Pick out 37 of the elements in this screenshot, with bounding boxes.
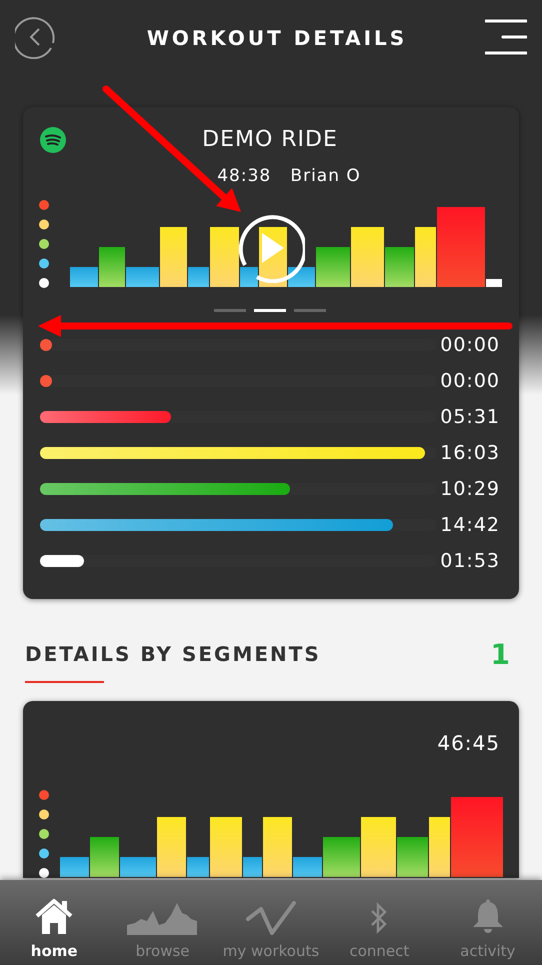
menu-button[interactable] bbox=[485, 18, 527, 58]
bluetooth-icon bbox=[369, 901, 390, 935]
legend-dot bbox=[39, 220, 49, 230]
segment-card[interactable]: 46:45 bbox=[23, 701, 519, 878]
mountain-chart-icon bbox=[126, 901, 199, 935]
home-icon bbox=[34, 897, 74, 935]
legend-dot bbox=[39, 200, 49, 210]
legend-dot bbox=[39, 258, 49, 268]
zone-time: 01:53 bbox=[439, 550, 500, 572]
tab-item[interactable]: my workouts bbox=[216, 880, 326, 965]
segment-count: 1 bbox=[490, 638, 510, 670]
zone-time: 05:31 bbox=[439, 406, 500, 428]
zone-time: 10:29 bbox=[439, 478, 500, 500]
legend-dot bbox=[39, 239, 49, 249]
legend-dot bbox=[39, 810, 49, 820]
zone-time: 14:42 bbox=[439, 514, 500, 536]
window-title: WORKOUT DETAILS bbox=[146, 26, 408, 50]
ride-duration: 48:38 bbox=[217, 166, 272, 186]
segment-duration: 46:45 bbox=[437, 730, 500, 757]
bell-icon bbox=[472, 899, 504, 935]
legend-dot bbox=[39, 848, 49, 858]
legend-dot bbox=[39, 868, 49, 878]
music-icon bbox=[40, 127, 66, 153]
legend-dot bbox=[39, 829, 49, 839]
section-title: DETAILS BY SEGMENTS bbox=[25, 642, 321, 666]
checkmark-icon bbox=[246, 901, 296, 935]
zone-time: 00:00 bbox=[439, 334, 500, 356]
zone-time: 16:03 bbox=[439, 442, 500, 464]
instructor-name: Brian O bbox=[290, 166, 361, 186]
zone-time: 00:00 bbox=[439, 370, 500, 392]
ride-title: DEMO RIDE bbox=[201, 127, 339, 153]
legend-dot bbox=[39, 278, 49, 288]
tab-item[interactable]: connect bbox=[325, 880, 434, 965]
tab-item[interactable]: home bbox=[0, 880, 108, 965]
tab-item[interactable]: browse bbox=[108, 880, 217, 965]
tab-item[interactable]: activity bbox=[434, 880, 542, 965]
legend-dot bbox=[39, 790, 49, 800]
